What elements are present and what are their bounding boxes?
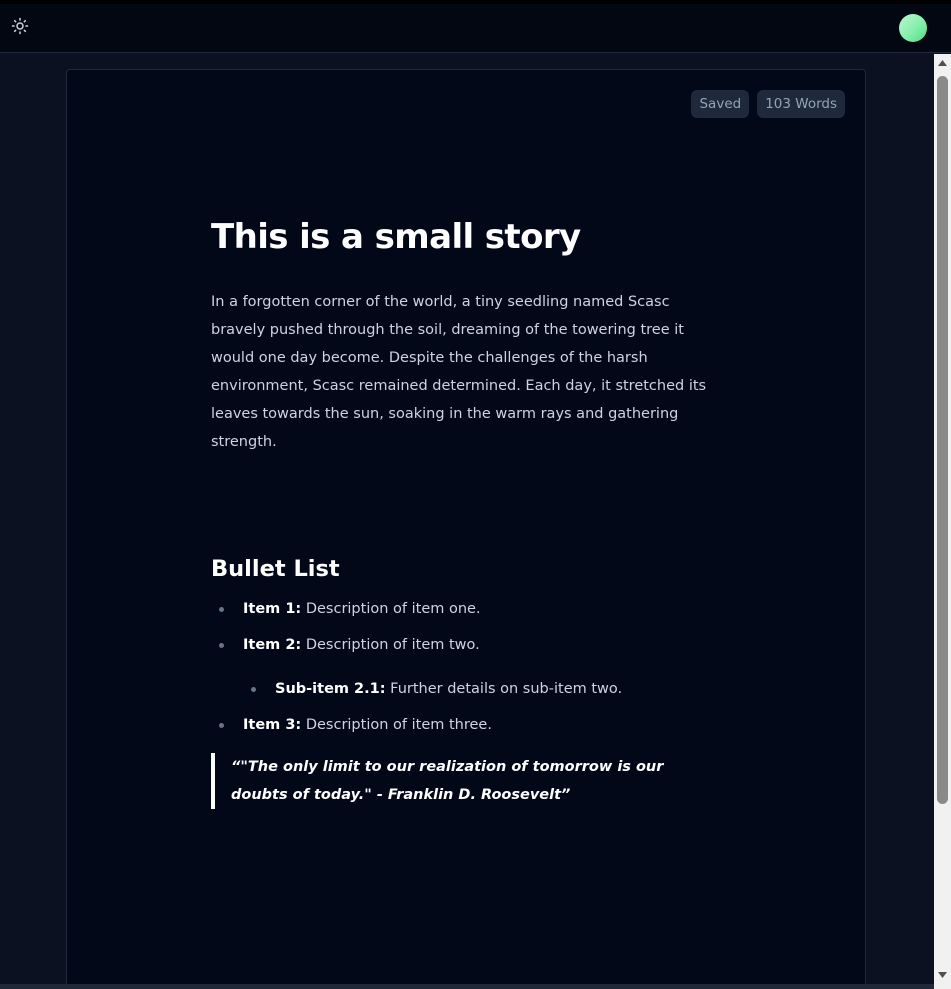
bullet-list-heading[interactable]: Bullet List [211,553,721,585]
list-item[interactable]: Item 1: Description of item one. [211,595,721,623]
bullet-list: Item 1: Description of item one. Item 2:… [211,595,721,739]
nested-bullet-list: Sub-item 2.1: Further details on sub-ite… [243,675,721,703]
list-item-text: Description of item two. [301,637,480,653]
list-item-label: Item 3: [243,717,302,733]
scroll-down-arrow-icon[interactable] [934,966,951,983]
list-item[interactable]: Item 2: Description of item two. Sub-ite… [211,631,721,703]
list-item-label: Item 2: [243,637,302,653]
story-paragraph[interactable]: In a forgotten corner of the world, a ti… [211,288,721,456]
sub-list-item[interactable]: Sub-item 2.1: Further details on sub-ite… [243,675,721,703]
scrollbar-thumb[interactable] [937,76,948,804]
window-bottom-edge [0,984,934,989]
top-bar [0,4,951,53]
vertical-scrollbar[interactable] [934,54,951,989]
word-count-badge: 103 Words [757,90,845,118]
editor-card: Saved 103 Words This is a small story In… [66,69,866,989]
list-item[interactable]: Item 3: Description of item three. [211,711,721,739]
sun-icon [11,17,29,39]
user-avatar[interactable] [899,14,927,42]
document-title[interactable]: This is a small story [211,215,721,259]
list-item-text: Description of item one. [301,601,481,617]
blockquote[interactable]: “"The only limit to our realization of t… [211,753,701,809]
list-item-text: Description of item three. [301,717,492,733]
status-badges: Saved 103 Words [691,90,845,118]
editor-content[interactable]: This is a small story In a forgotten cor… [211,215,721,809]
scroll-up-arrow-icon[interactable] [934,54,951,71]
sub-list-item-text: Further details on sub-item two. [385,681,623,697]
theme-toggle-button[interactable] [9,17,31,39]
editor-scroll-area: Saved 103 Words This is a small story In… [0,54,934,989]
sub-list-item-label: Sub-item 2.1: [275,681,386,697]
list-item-label: Item 1: [243,601,302,617]
saved-badge: Saved [691,90,750,118]
